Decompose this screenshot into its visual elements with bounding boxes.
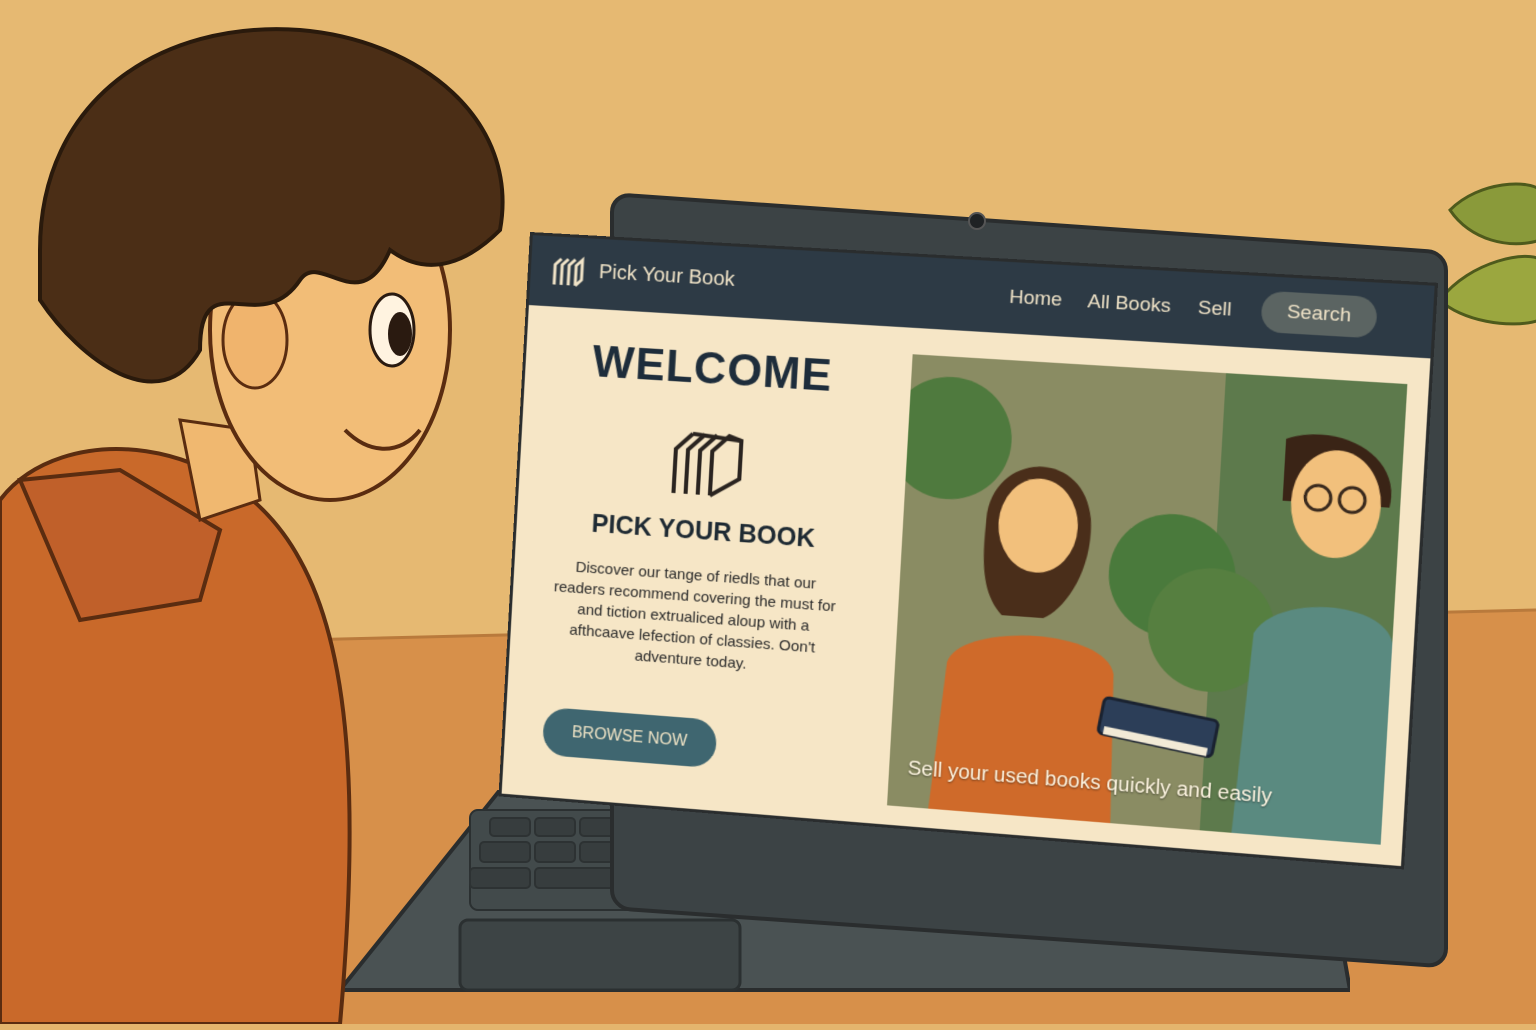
welcome-heading: WELCOME <box>591 337 834 402</box>
nav-sell-link[interactable]: Sell <box>1197 297 1232 322</box>
hero-description: Discover our tange of riedls that our re… <box>553 558 837 673</box>
nav-all-books-link[interactable]: All Books <box>1087 291 1171 318</box>
plant-leaves <box>1440 182 1536 326</box>
camera-icon <box>968 212 986 230</box>
welcome-panel: WELCOME PICK YOUR BOOK Discover our tang… <box>502 305 904 824</box>
browse-now-button[interactable]: BROWSE NOW <box>541 706 718 769</box>
brand-name[interactable]: Pick Your Book <box>598 261 735 292</box>
laptop-screen: Pick Your Book Home All Books Sell Searc… <box>498 232 1439 870</box>
scene: Pick Your Book Home All Books Sell Searc… <box>0 0 1536 1024</box>
boy-illustration <box>0 27 505 1024</box>
book-logo-icon <box>667 424 746 503</box>
nav-home-link[interactable]: Home <box>1009 286 1063 311</box>
hero-image: Sell your used books quickly and easily <box>887 354 1408 845</box>
search-button[interactable]: Search <box>1260 290 1378 339</box>
pick-your-book-title: PICK YOUR BOOK <box>590 509 816 554</box>
